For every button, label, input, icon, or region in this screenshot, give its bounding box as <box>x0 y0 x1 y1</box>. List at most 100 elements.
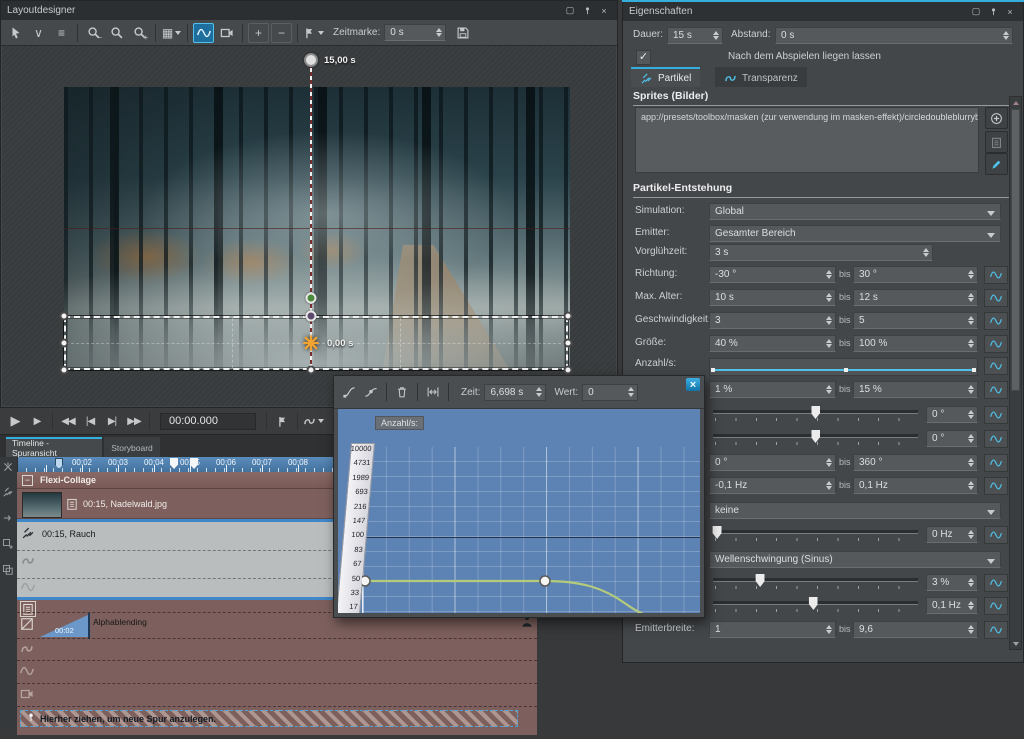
anzahl-range-curve-button[interactable] <box>984 381 1008 399</box>
anzahl-to-input[interactable]: 15 % <box>853 381 978 398</box>
max-alter-from-input[interactable]: 10 s <box>709 289 836 306</box>
rotation-start-slider[interactable] <box>713 406 918 421</box>
next-frame-button[interactable]: ▶| <box>102 411 122 431</box>
handle-bottom-mid[interactable] <box>307 366 316 375</box>
rotspeed-to-input[interactable]: 0,1 Hz <box>853 477 978 494</box>
emitterbreite-from-input[interactable]: 1 <box>709 621 836 638</box>
zoom-in-button[interactable]: + <box>129 23 150 43</box>
remove-object-button[interactable]: − <box>271 23 292 43</box>
modus-dropdown[interactable]: keine <box>709 502 1001 519</box>
groesse-curve-button[interactable] <box>984 335 1008 353</box>
edit-sprite-button[interactable] <box>985 153 1008 175</box>
new-track-drop-zone[interactable]: Hierher ziehen, um neue Spur anzulegen. <box>20 710 518 727</box>
mod-freq-input[interactable]: 0 Hz <box>926 526 978 543</box>
handle-bottom-right[interactable] <box>564 366 573 375</box>
lane-group-icon[interactable] <box>20 601 36 617</box>
handle-mid-left[interactable] <box>60 339 69 348</box>
scroll-down-arrow[interactable] <box>1011 639 1020 648</box>
groesse-from-input[interactable]: 40 % <box>709 335 836 352</box>
curve-point-start[interactable] <box>362 576 370 586</box>
geschwindigkeit-curve-button[interactable] <box>984 312 1008 330</box>
rotation-start-input[interactable]: 0 ° <box>926 406 978 423</box>
tab-storyboard[interactable]: Storyboard <box>104 437 160 457</box>
wellen-freq-curve-button[interactable] <box>984 597 1008 615</box>
transparency-curve-icon[interactable] <box>21 554 35 573</box>
save-button[interactable] <box>452 23 473 43</box>
select-tool-button[interactable] <box>5 23 26 43</box>
layer-tracks-icon[interactable] <box>2 563 15 576</box>
collapse-group-button[interactable]: − <box>22 475 33 486</box>
tab-transparenz[interactable]: Transparenz <box>715 67 807 87</box>
props-pin-button[interactable] <box>986 5 1000 18</box>
effect-lanes[interactable]: 00:02 Alphablending Hierher ziehen, um n… <box>17 600 537 735</box>
handle-top-left[interactable] <box>60 312 69 321</box>
prev-frame-button[interactable]: |◀ <box>80 411 100 431</box>
skip-forward-button[interactable]: ▶▶ <box>124 411 144 431</box>
zoom-out-button[interactable]: − <box>83 23 104 43</box>
sprite-list-button[interactable] <box>985 131 1008 153</box>
wellen-amp-slider[interactable] <box>713 574 918 589</box>
add-sprite-button[interactable] <box>985 107 1008 129</box>
emitter-dropdown[interactable]: Gesamter Bereich <box>709 225 1001 242</box>
pin-window-button[interactable] <box>580 4 594 17</box>
grid-button[interactable]: ▦ <box>161 23 182 43</box>
winkel-from-input[interactable]: 0 ° <box>709 454 836 471</box>
curve-point-mid[interactable] <box>540 576 550 586</box>
ab-blend-icon[interactable] <box>20 617 34 636</box>
zoom-reset-button[interactable] <box>106 23 127 43</box>
anzahl-curve-button[interactable] <box>984 357 1008 375</box>
wellen-amp-curve-button[interactable] <box>984 574 1008 592</box>
fit-view-button[interactable] <box>423 383 443 402</box>
sprite-list-item[interactable]: app://presets/toolbox/masken (zur verwen… <box>636 108 978 126</box>
abstand-input[interactable]: 0 s <box>775 27 1013 44</box>
origin-keyframe-star[interactable] <box>302 334 320 352</box>
properties-scrollbar[interactable] <box>1009 96 1022 650</box>
time-display[interactable]: 00:00.000 <box>160 413 256 430</box>
rotation-end-input[interactable]: 0 ° <box>926 430 978 447</box>
wellen-freq-input[interactable]: 0,1 Hz <box>926 597 978 614</box>
groesse-to-input[interactable]: 100 % <box>853 335 978 352</box>
anzahl-curve[interactable] <box>362 447 700 613</box>
effects-icon[interactable] <box>2 485 15 498</box>
vorgluehzeit-input[interactable]: 3 s <box>709 244 933 261</box>
richtung-to-input[interactable]: 30 ° <box>853 266 978 283</box>
richtung-curve-button[interactable] <box>984 266 1008 284</box>
layoutdesigner-titlebar[interactable]: Layoutdesigner ▢ × <box>1 1 617 20</box>
zeit-input[interactable]: 6,698 s <box>484 384 546 401</box>
tab-timeline-spuransicht[interactable]: Timeline - Spuransicht <box>6 437 102 457</box>
float-window-button[interactable]: ▢ <box>563 4 577 17</box>
film-preview-button[interactable] <box>216 23 237 43</box>
simulation-dropdown[interactable]: Global <box>709 203 1001 220</box>
props-float-button[interactable]: ▢ <box>969 5 983 18</box>
curve-canvas[interactable]: 100004731198969321614710083675033170 Anz… <box>338 409 700 613</box>
preview-canvas[interactable]: 15,00 s 0,00 s <box>2 46 616 406</box>
close-window-button[interactable]: × <box>597 4 611 17</box>
purple-keyframe-dot[interactable] <box>306 311 317 322</box>
handle-top-right[interactable] <box>564 312 573 321</box>
rotation-start-curve-button[interactable] <box>984 406 1008 424</box>
range-marker-button[interactable] <box>272 411 292 431</box>
properties-titlebar[interactable]: Eigenschaften ▢ × <box>623 2 1023 21</box>
layers-button[interactable]: ≡ <box>51 23 72 43</box>
anzahl-curve-preview[interactable] <box>709 358 978 376</box>
winkel-curve-button[interactable] <box>984 454 1008 472</box>
max-alter-to-input[interactable]: 12 s <box>853 289 978 306</box>
max-alter-curve-button[interactable] <box>984 289 1008 307</box>
anzahl-from-input[interactable]: 1 % <box>709 381 836 398</box>
lane-transparency-icon[interactable] <box>20 642 34 661</box>
scroll-up-arrow[interactable] <box>1011 98 1020 107</box>
handle-mid-right[interactable] <box>564 339 573 348</box>
rotspeed-curve-button[interactable] <box>984 477 1008 495</box>
play-button[interactable]: ▶ <box>5 411 25 431</box>
rotation-end-slider[interactable] <box>713 430 918 445</box>
lane-curve-icon[interactable] <box>20 664 34 683</box>
export-arrow-icon[interactable] <box>2 511 15 524</box>
wellen-dropdown[interactable]: Wellenschwingung (Sinus) <box>709 551 1001 568</box>
props-close-button[interactable]: × <box>1003 5 1017 18</box>
dauer-input[interactable]: 15 s <box>667 27 723 44</box>
tab-partikel[interactable]: Partikel <box>631 67 700 87</box>
wellen-amp-input[interactable]: 3 % <box>926 574 978 591</box>
rotspeed-from-input[interactable]: -0,1 Hz <box>709 477 836 494</box>
keyframe-flag-button[interactable] <box>303 23 324 43</box>
curve-mode-button[interactable] <box>193 23 214 43</box>
